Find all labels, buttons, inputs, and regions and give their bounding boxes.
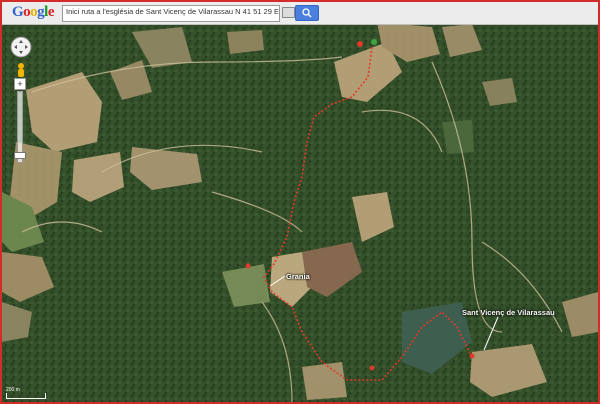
route-marker-grania bbox=[245, 263, 251, 269]
search-input[interactable]: Inici ruta a l'església de Sant Vicenç d… bbox=[62, 5, 280, 22]
search-icon bbox=[302, 8, 312, 18]
satellite-map[interactable] bbox=[2, 2, 598, 402]
keyboard-icon[interactable] bbox=[282, 7, 295, 18]
search-bar: Google Inici ruta a l'església de Sant V… bbox=[2, 2, 598, 25]
search-button[interactable] bbox=[295, 5, 319, 21]
google-logo[interactable]: Google bbox=[12, 4, 55, 21]
label-esglesia: Sant Vicenç de Vilarassau bbox=[462, 308, 555, 317]
route-marker-midpoint bbox=[369, 365, 375, 371]
zoom-slider-handle[interactable] bbox=[14, 152, 26, 159]
zoom-in-button[interactable]: + bbox=[14, 78, 26, 90]
scale-bar: 200 m bbox=[6, 387, 46, 399]
pan-control[interactable] bbox=[10, 36, 32, 58]
scale-line bbox=[6, 393, 46, 399]
label-grania: Grania bbox=[286, 272, 310, 281]
route-marker-esglesia bbox=[469, 353, 475, 359]
map-frame: Google Inici ruta a l'església de Sant V… bbox=[0, 0, 600, 404]
